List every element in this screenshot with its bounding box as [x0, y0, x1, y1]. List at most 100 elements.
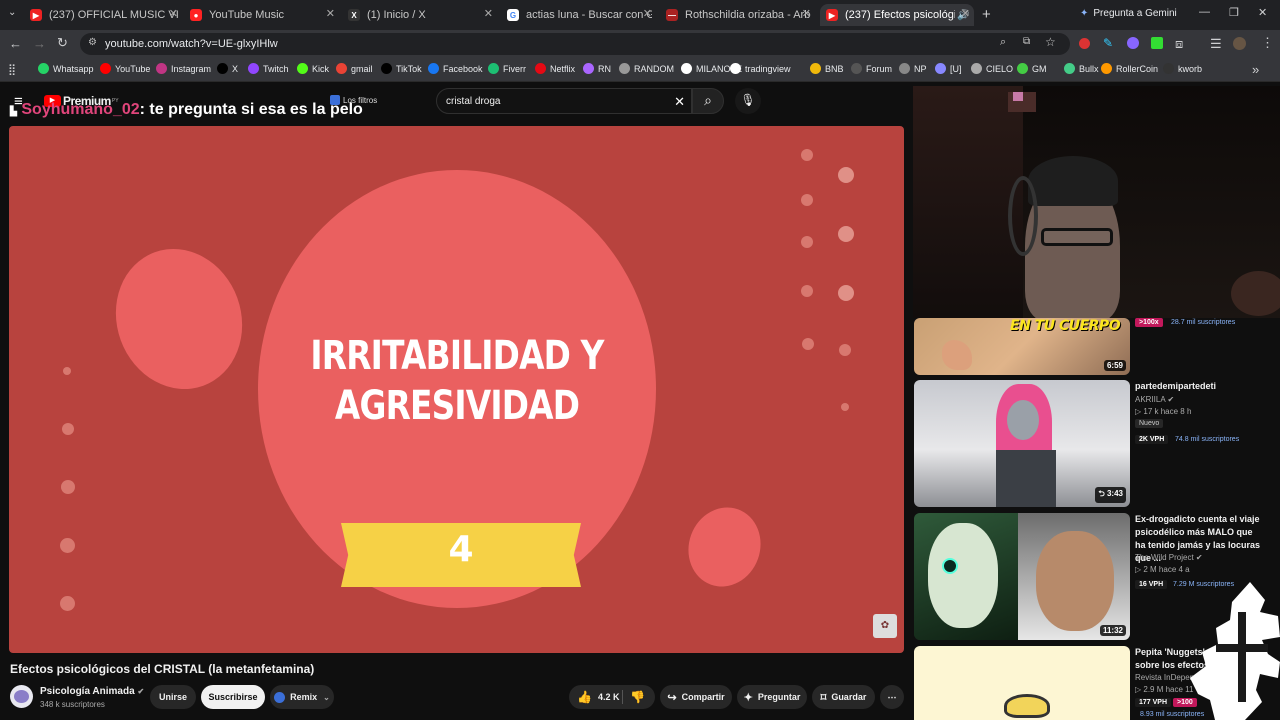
share-button[interactable]: ↪ Compartir [660, 685, 732, 709]
search-value: cristal droga [446, 96, 501, 107]
channel-name-row[interactable]: Psicología Animada ✔ [40, 686, 144, 697]
ask-button[interactable]: ✦ Preguntar [737, 685, 807, 709]
bookmark-forum[interactable]: Forum [851, 63, 892, 74]
bookmark-x[interactable]: X [217, 63, 238, 74]
profile-avatar[interactable] [1233, 37, 1246, 50]
rec-thumbnail-2[interactable]: ⮌ 3:43 [914, 380, 1130, 507]
zoom-icon[interactable]: ⌕ [1000, 36, 1006, 49]
bookmark-whatsapp[interactable]: Whatsapp [38, 63, 94, 74]
bookmark-cielo[interactable]: CIELO [971, 63, 1013, 74]
bookmark-youtube[interactable]: YouTube [100, 63, 150, 74]
bookmark-star-icon[interactable]: ☆ [1045, 35, 1056, 49]
clear-search-icon[interactable]: ✕ [674, 94, 685, 110]
close-window-icon[interactable]: ✕ [1258, 6, 1267, 19]
bookmark-bnb[interactable]: BNB [810, 63, 844, 74]
extensions-puzzle-icon[interactable]: ⧈ [1175, 36, 1183, 52]
menu-kebab-icon[interactable]: ⋮ [1261, 35, 1274, 51]
rec-thumbnail-1[interactable]: EN TU CUERPO 6:59 [914, 318, 1130, 375]
decor-dot [60, 538, 75, 553]
share-icon: ↪ [667, 691, 677, 704]
extension-icon[interactable]: ✎ [1103, 36, 1113, 50]
person-glasses [1041, 228, 1113, 246]
rec-thumbnail-4[interactable] [914, 646, 1130, 720]
restore-icon[interactable]: ❐ [1229, 6, 1239, 19]
bookmark-facebook[interactable]: Facebook [428, 63, 483, 74]
close-tab-icon[interactable]: ✕ [484, 7, 493, 20]
more-actions-button[interactable]: ⋯ [880, 685, 904, 709]
arboretum-favicon-icon: — [666, 9, 678, 21]
tab-search-icon[interactable]: ⌄ [8, 7, 16, 18]
rec-channel[interactable]: The Wild Project ✔ [1135, 552, 1203, 564]
join-button[interactable]: Unirse [150, 685, 196, 709]
bookmark-kick[interactable]: Kick [297, 63, 329, 74]
rec-title[interactable]: partedemipartedeti [1135, 380, 1263, 393]
close-tab-icon[interactable]: ✕ [643, 7, 652, 20]
bookmark-tradingview[interactable]: tradingview [730, 63, 791, 74]
bookmark-kworb[interactable]: kworb [1163, 63, 1202, 74]
bookmark-np[interactable]: NP [899, 63, 927, 74]
cam-mug [1231, 271, 1280, 316]
bookmark-twitch[interactable]: Twitch [248, 63, 289, 74]
bookmark-gmail[interactable]: gmail [336, 63, 373, 74]
bookmark-netflix[interactable]: Netflix [535, 63, 575, 74]
like-count[interactable]: 4.2 K [598, 692, 620, 702]
bookmark-tiktok[interactable]: TikTok [381, 63, 422, 74]
rec-thumbnail-3[interactable]: 11:32 [914, 513, 1130, 640]
stream-logo-overlay [1190, 582, 1280, 720]
like-icon[interactable]: 👍 [577, 690, 592, 704]
search-button[interactable]: ⌕ [692, 88, 724, 114]
new-tab-icon[interactable]: + [982, 6, 991, 23]
tab-5[interactable]: — Rothschildia orizaba - Arboretu✕ [666, 4, 811, 26]
reload-icon[interactable]: ↻ [57, 35, 68, 51]
save-button[interactable]: ⌑ Guardar [812, 685, 875, 709]
site-info-icon[interactable]: ⚙ [88, 37, 97, 48]
tab-title: (237) OFFICIAL MUSIC VIDEO: S [49, 9, 178, 21]
apps-grid-icon[interactable]: ⣿ [8, 63, 16, 76]
decor-dot [838, 226, 854, 242]
address-bar[interactable]: ⚙ youtube.com/watch?v=UE-glxyIHlw ⌕ ⧉ ☆ [80, 33, 1070, 55]
extension-icon[interactable] [1151, 37, 1163, 49]
like-dislike-group: 👍 4.2 K 👎 [569, 685, 655, 709]
person-cap [1028, 156, 1118, 206]
cast-icon[interactable]: ⧉ [1023, 36, 1030, 47]
rec-channel[interactable]: AKRIILA ✔ [1135, 394, 1174, 406]
close-tab-icon[interactable]: ✕ [802, 7, 811, 20]
channel-avatar[interactable] [10, 685, 33, 708]
bookmark-favicon-icon [935, 63, 946, 74]
thumb-eye [942, 558, 958, 574]
bookmark-u[interactable]: [U] [935, 63, 962, 74]
gemini-button[interactable]: ✦ Pregunta a Gemini [1080, 8, 1177, 19]
extension-record-icon[interactable] [1079, 38, 1090, 49]
reading-list-icon[interactable]: ☰ [1210, 36, 1222, 52]
bookmark-bullx[interactable]: Bullx [1064, 63, 1099, 74]
bookmark-instagram[interactable]: Instagram [156, 63, 211, 74]
bookmark-rollercoin[interactable]: RollerCoin [1101, 63, 1158, 74]
tab-4[interactable]: G actias luna - Buscar con Google✕ [507, 4, 652, 26]
bookmark-gm[interactable]: GM [1017, 63, 1047, 74]
close-tab-icon[interactable]: ✕ [326, 7, 335, 20]
bookmark-label: TikTok [396, 63, 422, 74]
bookmark-fiverr[interactable]: Fiverr [488, 63, 526, 74]
close-tab-icon[interactable]: ✕ [961, 7, 970, 20]
dislike-icon[interactable]: 👎 [630, 690, 645, 704]
forward-icon[interactable]: → [33, 36, 46, 51]
voice-search-button[interactable]: 🎙 [735, 88, 761, 114]
bookmark-random[interactable]: RANDOM [619, 63, 674, 74]
extension-icon[interactable] [1127, 37, 1139, 49]
video-player[interactable]: IRRITABILIDAD Y AGRESIVIDAD 4 ✿ [9, 126, 904, 653]
remix-button[interactable]: Remix ⌄ [270, 685, 334, 709]
back-icon[interactable]: ← [9, 36, 22, 51]
more-bookmarks-icon[interactable]: » [1252, 62, 1259, 77]
bookmark-rn[interactable]: RN [583, 63, 611, 74]
tab-1[interactable]: ▶ (237) OFFICIAL MUSIC VIDEO: S✕ [30, 4, 178, 26]
search-input[interactable]: cristal droga ✕ [436, 88, 692, 114]
tab-6-active[interactable]: ▶ (237) Efectos psicológicos d 🔊✕ [820, 4, 974, 26]
close-tab-icon[interactable]: ✕ [169, 7, 178, 20]
youtube-favicon-icon: ▶ [30, 9, 42, 21]
bookmark-label: BNB [825, 63, 844, 74]
tab-2[interactable]: ● YouTube Music ✕ [190, 4, 335, 26]
tab-3[interactable]: X (1) Inicio / X ✕ [348, 4, 493, 26]
minimize-icon[interactable]: — [1199, 6, 1210, 18]
subscribe-button[interactable]: Suscribirse [201, 685, 265, 709]
channel-watermark[interactable]: ✿ [873, 614, 897, 638]
